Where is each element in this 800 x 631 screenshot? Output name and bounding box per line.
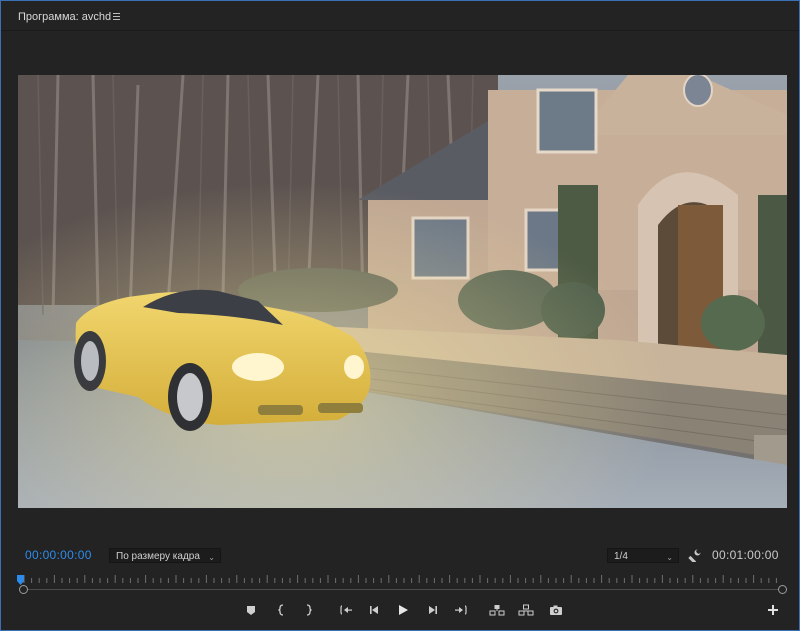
scroll-handle-left[interactable] xyxy=(19,585,28,594)
scroll-handle-right[interactable] xyxy=(778,585,787,594)
hamburger-icon[interactable] xyxy=(112,10,122,22)
time-ruler[interactable] xyxy=(18,571,788,584)
go-to-out-icon[interactable] xyxy=(453,602,469,618)
marker-icon[interactable] xyxy=(243,602,259,618)
camera-icon[interactable] xyxy=(548,602,564,618)
mark-out-icon[interactable] xyxy=(300,602,316,618)
header-divider xyxy=(1,30,799,31)
current-timecode[interactable]: 00:00:00:00 xyxy=(25,548,92,562)
zoom-scroll-bar[interactable] xyxy=(24,589,783,590)
go-to-in-icon[interactable] xyxy=(338,602,354,618)
play-icon[interactable] xyxy=(395,602,411,618)
wrench-icon[interactable] xyxy=(688,548,702,564)
program-video-frame[interactable] xyxy=(18,75,787,508)
playback-resolution-select[interactable]: 1/4 ⌄ xyxy=(607,548,679,563)
zoom-level-select[interactable]: По размеру кадра ⌄ xyxy=(109,548,221,563)
step-back-icon[interactable] xyxy=(366,602,382,618)
extract-icon[interactable] xyxy=(518,602,534,618)
zoom-level-value: По размеру кадра xyxy=(116,551,200,562)
mark-in-icon[interactable] xyxy=(274,602,290,618)
playhead-icon[interactable] xyxy=(17,572,24,585)
playback-resolution-value: 1/4 xyxy=(614,551,628,562)
chevron-down-icon: ⌄ xyxy=(666,553,673,562)
plus-icon[interactable] xyxy=(765,602,781,618)
chevron-down-icon: ⌄ xyxy=(208,553,215,562)
step-forward-icon[interactable] xyxy=(425,602,441,618)
lift-icon[interactable] xyxy=(489,602,505,618)
duration-timecode: 00:01:00:00 xyxy=(712,548,779,562)
panel-title[interactable]: Программа: avchd xyxy=(18,11,111,23)
panel-header: Программа: avchd xyxy=(1,1,799,31)
